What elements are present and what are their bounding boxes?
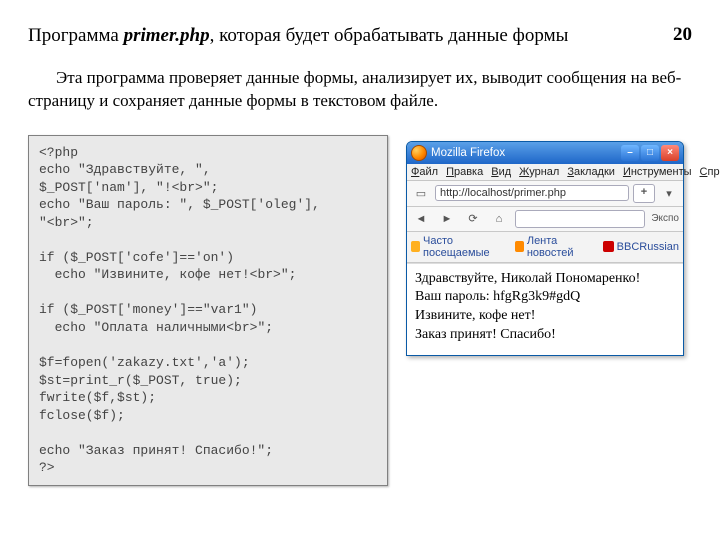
output-line-4: Заказ принят! Спасибо! xyxy=(415,326,675,345)
intro-paragraph: Эта программа проверяет данные формы, ан… xyxy=(28,67,692,113)
search-engine-label: Экспо xyxy=(651,213,679,224)
title-filename: primer.php xyxy=(124,25,210,46)
search-box[interactable] xyxy=(515,210,645,228)
nav-toolbar: ◄ ► ⟳ ⌂ Экспо xyxy=(407,207,683,232)
forward-button[interactable]: ► xyxy=(437,213,457,225)
menu-edit[interactable]: Правка xyxy=(446,166,483,178)
reload-button[interactable]: ⟳ xyxy=(463,212,483,225)
menu-tools[interactable]: Инструменты xyxy=(623,166,692,178)
page-viewport: Здравствуйте, Николай Пономаренко! Ваш п… xyxy=(407,263,683,356)
page-number: 20 xyxy=(673,24,692,46)
bm-news-feed[interactable]: Лента новостей xyxy=(515,235,593,259)
feed-icon xyxy=(515,241,524,252)
menu-bar: Файл Правка Вид Журнал Закладки Инструме… xyxy=(407,164,683,181)
php-code-block: <?php echo "Здравствуйте, ", $_POST['nam… xyxy=(28,135,388,486)
bm-bbc[interactable]: BBCRussian xyxy=(603,241,679,253)
firefox-icon xyxy=(411,145,427,161)
tab-icon: ▭ xyxy=(411,187,431,200)
bbc-icon xyxy=(603,241,614,252)
bm-most-visited[interactable]: Часто посещаемые xyxy=(411,235,505,259)
menu-journal[interactable]: Журнал xyxy=(519,166,559,178)
new-tab-button[interactable]: + xyxy=(633,184,655,203)
address-bar-row: ▭ http://localhost/primer.php + ▾ xyxy=(407,181,683,207)
menu-bookmarks[interactable]: Закладки xyxy=(567,166,615,178)
window-title: Mozilla Firefox xyxy=(431,147,617,159)
output-line-3: Извините, кофе нет! xyxy=(415,307,675,326)
slide-title: Программа primer.php, которая будет обра… xyxy=(28,24,661,49)
dropdown-icon[interactable]: ▾ xyxy=(659,187,679,200)
back-button[interactable]: ◄ xyxy=(411,213,431,225)
star-icon xyxy=(411,241,420,252)
menu-help[interactable]: Справка xyxy=(700,166,720,178)
minimize-button[interactable]: – xyxy=(621,145,639,161)
bookmarks-bar: Часто посещаемые Лента новостей BBCRussi… xyxy=(407,232,683,263)
menu-view[interactable]: Вид xyxy=(491,166,511,178)
title-prefix: Программа xyxy=(28,25,124,46)
output-line-1: Здравствуйте, Николай Пономаренко! xyxy=(415,270,675,289)
menu-file[interactable]: Файл xyxy=(411,166,438,178)
maximize-button[interactable]: □ xyxy=(641,145,659,161)
title-suffix: , которая будет обрабатывать данные форм… xyxy=(210,25,569,46)
home-button[interactable]: ⌂ xyxy=(489,213,509,225)
browser-window: Mozilla Firefox – □ × Файл Правка Вид Жу… xyxy=(406,141,684,357)
close-button[interactable]: × xyxy=(661,145,679,161)
address-bar[interactable]: http://localhost/primer.php xyxy=(435,185,629,201)
output-line-2: Ваш пароль: hfgRg3k9#gdQ xyxy=(415,288,675,307)
browser-titlebar: Mozilla Firefox – □ × xyxy=(407,142,683,164)
